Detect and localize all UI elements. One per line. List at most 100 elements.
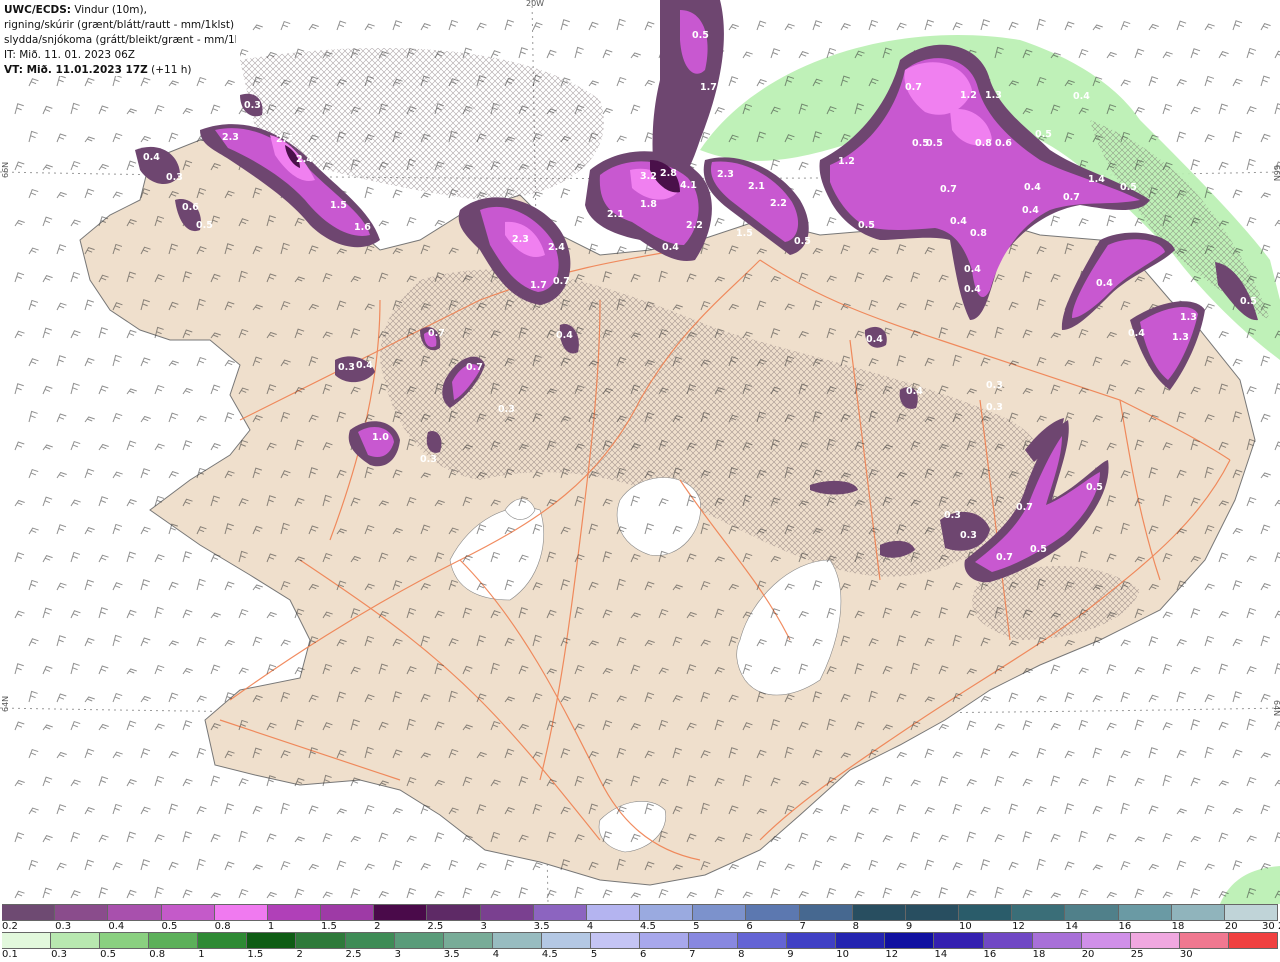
legend-swatch xyxy=(321,905,375,920)
legend-tick-label: 8 xyxy=(852,921,860,932)
precip-value: 0.4 xyxy=(866,334,883,345)
precip-value: 1.7 xyxy=(530,280,547,291)
legend-tick-label: 6 xyxy=(746,921,753,932)
legend-tick-label: 12 xyxy=(885,949,899,960)
legend-swatch xyxy=(2,933,52,948)
precip-value: 0.7 xyxy=(905,82,922,93)
legend-snow-sleet: 0.2 0.3 0.4 0.5 0.8 1 1.5 2 2.5 3 3.5 4 4.5 5 6 7 8 9 10 12… xyxy=(0,904,1280,934)
precip-value: 1.8 xyxy=(640,199,657,210)
precip-value: 2.8 xyxy=(660,168,677,179)
legend-tick-label: 30 xyxy=(1262,921,1275,932)
precip-value: 0.3 xyxy=(420,454,437,465)
legend-swatch xyxy=(1032,933,1082,948)
precip-value: 0.7 xyxy=(996,552,1013,563)
legend-swatch xyxy=(55,905,109,920)
legend-swatch xyxy=(198,933,248,948)
precip-value: 1.2 xyxy=(838,156,855,167)
precip-value: 1.6 xyxy=(354,222,371,233)
precip-value: 0.4 xyxy=(950,216,967,227)
precip-value: 0.5 xyxy=(858,220,875,231)
precip-value: 0.4 xyxy=(1024,182,1041,193)
legend-tick-label: 0.8 xyxy=(214,921,231,932)
legend-tick-label: 18 xyxy=(1032,949,1046,960)
precip-value: 0.4 xyxy=(1096,278,1113,289)
precip-value: 1.4 xyxy=(1088,174,1105,185)
precip-value: 2.4 xyxy=(296,154,313,165)
legend-tick-label: 6 xyxy=(640,949,647,960)
legend-tick-label: 1 xyxy=(267,921,275,932)
legend-tick-label: 3.5 xyxy=(443,949,460,960)
legend-swatch xyxy=(51,933,101,948)
legend-rain-swatches xyxy=(2,932,1279,949)
legend-tick-label: 14 xyxy=(1065,921,1079,932)
precip-value: 0.5 xyxy=(926,138,943,149)
legend-tick-label: 20 xyxy=(1081,949,1095,960)
legend-swatch xyxy=(738,933,788,948)
precip-value: 0.8 xyxy=(970,228,987,239)
legend-tick-label: 7 xyxy=(689,949,696,960)
precip-value: 0.5 xyxy=(196,220,213,231)
legend-swatch xyxy=(1228,933,1279,948)
legend-swatch xyxy=(480,905,534,920)
precip-value: 0.3 xyxy=(166,172,183,183)
precip-value: 0.4 xyxy=(356,360,373,371)
precip-value: 0.3 xyxy=(960,530,977,541)
legend-swatch xyxy=(443,933,493,948)
grid-label-left-upper: 66N xyxy=(1,162,10,178)
legend-swatch xyxy=(1012,905,1066,920)
legend-swatch xyxy=(1171,905,1225,920)
legend-tick-label: 4 xyxy=(492,949,500,960)
legend-swatch xyxy=(905,905,960,920)
precip-value: 2.2 xyxy=(686,220,703,231)
info-line-2: rigning/skúrir (grænt/blátt/rautt - mm/1… xyxy=(4,19,236,31)
precip-value: 1.3 xyxy=(1172,332,1189,343)
legend-tick-label: 5 xyxy=(693,921,700,932)
legend-swatch xyxy=(296,933,346,948)
legend-swatch xyxy=(427,905,481,920)
weather-map: 0.51.71.2 1.30.32.3 2.72.40.41.51.60.30.60… xyxy=(0,0,1280,904)
precip-value: 0.3 xyxy=(986,402,1003,413)
legend-swatch xyxy=(161,905,215,920)
precip-value: 2.7 xyxy=(276,134,293,145)
legend-tick-label: 10 xyxy=(959,921,972,932)
legend-swatch xyxy=(492,933,542,948)
info-line-1: UWC/ECDS: Vindur (10m), xyxy=(4,3,236,18)
legend-swatch xyxy=(1118,905,1172,920)
legend-swatch xyxy=(689,933,739,948)
grid-label-top: 20W xyxy=(526,0,544,8)
precip-value: 0.4 xyxy=(964,284,981,295)
legend-tick-label: 0.5 xyxy=(161,921,178,932)
precip-value: 0.4 xyxy=(1022,205,1039,216)
grid-label-right-lower: 64N xyxy=(1272,700,1280,716)
precip-value: 0.7 xyxy=(466,362,483,373)
precip-value: 2.3 xyxy=(222,132,239,143)
legend-tick-label: 16 xyxy=(983,949,997,960)
legend-tick-label: 4 xyxy=(586,921,594,932)
legend-swatch xyxy=(1179,933,1229,948)
legend-swatch xyxy=(836,933,886,948)
legend-swatch xyxy=(799,905,853,920)
legend-tick-label: 18 xyxy=(1171,921,1185,932)
legend-swatch xyxy=(1081,933,1131,948)
legend-tick-label: 0.3 xyxy=(55,921,72,932)
precip-value: 0.4 xyxy=(143,152,160,163)
precip-value: 2.3 xyxy=(512,234,529,245)
legend-swatch xyxy=(885,933,935,948)
grid-label-left-lower: 64N xyxy=(1,696,10,712)
precip-value: 2.2 xyxy=(770,198,787,209)
precip-value: 0.4 xyxy=(556,330,573,341)
legend-swatch xyxy=(533,905,587,920)
legend-swatch xyxy=(2,905,56,920)
legend-tick-label: 16 xyxy=(1118,921,1132,932)
legend-swatch xyxy=(214,905,268,920)
precip-value: 2.4 xyxy=(548,242,565,253)
precip-value: 2.1 xyxy=(607,209,624,220)
model-title: UWC/ECDS: xyxy=(4,4,72,16)
legend-swatch xyxy=(640,933,690,948)
legend-tick-label: 4.5 xyxy=(640,921,656,932)
legend-tick-label: 7 xyxy=(799,921,806,932)
precip-value: 0.7 xyxy=(940,184,957,195)
precip-value: 0.4 xyxy=(964,264,981,275)
legend-swatch xyxy=(108,905,162,920)
map-info-box: UWC/ECDS: Vindur (10m), rigning/skúrir (… xyxy=(0,0,240,76)
